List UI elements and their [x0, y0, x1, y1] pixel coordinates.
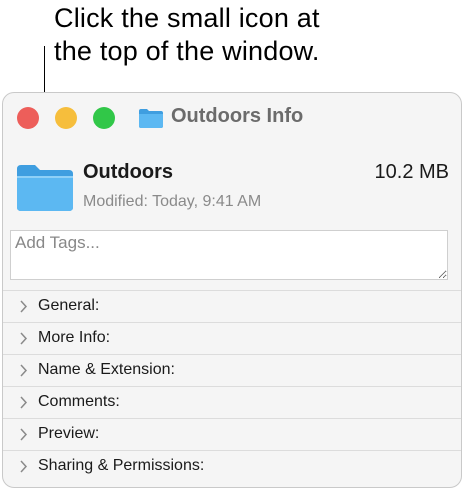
- folder-icon: [17, 165, 73, 211]
- close-button[interactable]: [17, 107, 39, 129]
- callout-line-2: the top of the window.: [54, 36, 320, 66]
- section-label: Preview:: [38, 425, 100, 442]
- section-sharing-permissions[interactable]: Sharing & Permissions:: [3, 451, 461, 483]
- item-size: 10.2 MB: [374, 161, 449, 183]
- modified-date: Modified: Today, 9:41 AM: [83, 193, 262, 210]
- folder-icon[interactable]: [138, 107, 164, 129]
- window-title: Outdoors Info: [171, 105, 304, 127]
- chevron-right-icon[interactable]: [19, 396, 28, 409]
- section-label: Name & Extension:: [38, 361, 175, 378]
- section-label: Sharing & Permissions:: [38, 457, 205, 474]
- section-more-info[interactable]: More Info:: [3, 323, 461, 355]
- minimize-button[interactable]: [55, 107, 77, 129]
- chevron-right-icon[interactable]: [19, 364, 28, 377]
- section-label: General:: [38, 297, 100, 314]
- chevron-right-icon[interactable]: [19, 460, 28, 473]
- item-name: Outdoors: [83, 161, 173, 183]
- info-sections: General: More Info: Name & Extension: Co…: [3, 290, 461, 483]
- section-label: More Info:: [38, 329, 111, 346]
- zoom-button[interactable]: [93, 107, 115, 129]
- chevron-right-icon[interactable]: [19, 332, 28, 345]
- callout-text: Click the small icon at the top of the w…: [54, 2, 459, 68]
- info-window: Outdoors Info Outdoors 10.2 MB Modified:…: [2, 92, 462, 488]
- callout-line-1: Click the small icon at: [54, 3, 320, 33]
- section-label: Comments:: [38, 393, 120, 410]
- section-general[interactable]: General:: [3, 291, 461, 323]
- section-name-extension[interactable]: Name & Extension:: [3, 355, 461, 387]
- chevron-right-icon[interactable]: [19, 300, 28, 313]
- tags-input[interactable]: [10, 230, 448, 280]
- section-preview[interactable]: Preview:: [3, 419, 461, 451]
- chevron-right-icon[interactable]: [19, 428, 28, 441]
- title-bar[interactable]: Outdoors Info: [3, 93, 461, 145]
- section-comments[interactable]: Comments:: [3, 387, 461, 419]
